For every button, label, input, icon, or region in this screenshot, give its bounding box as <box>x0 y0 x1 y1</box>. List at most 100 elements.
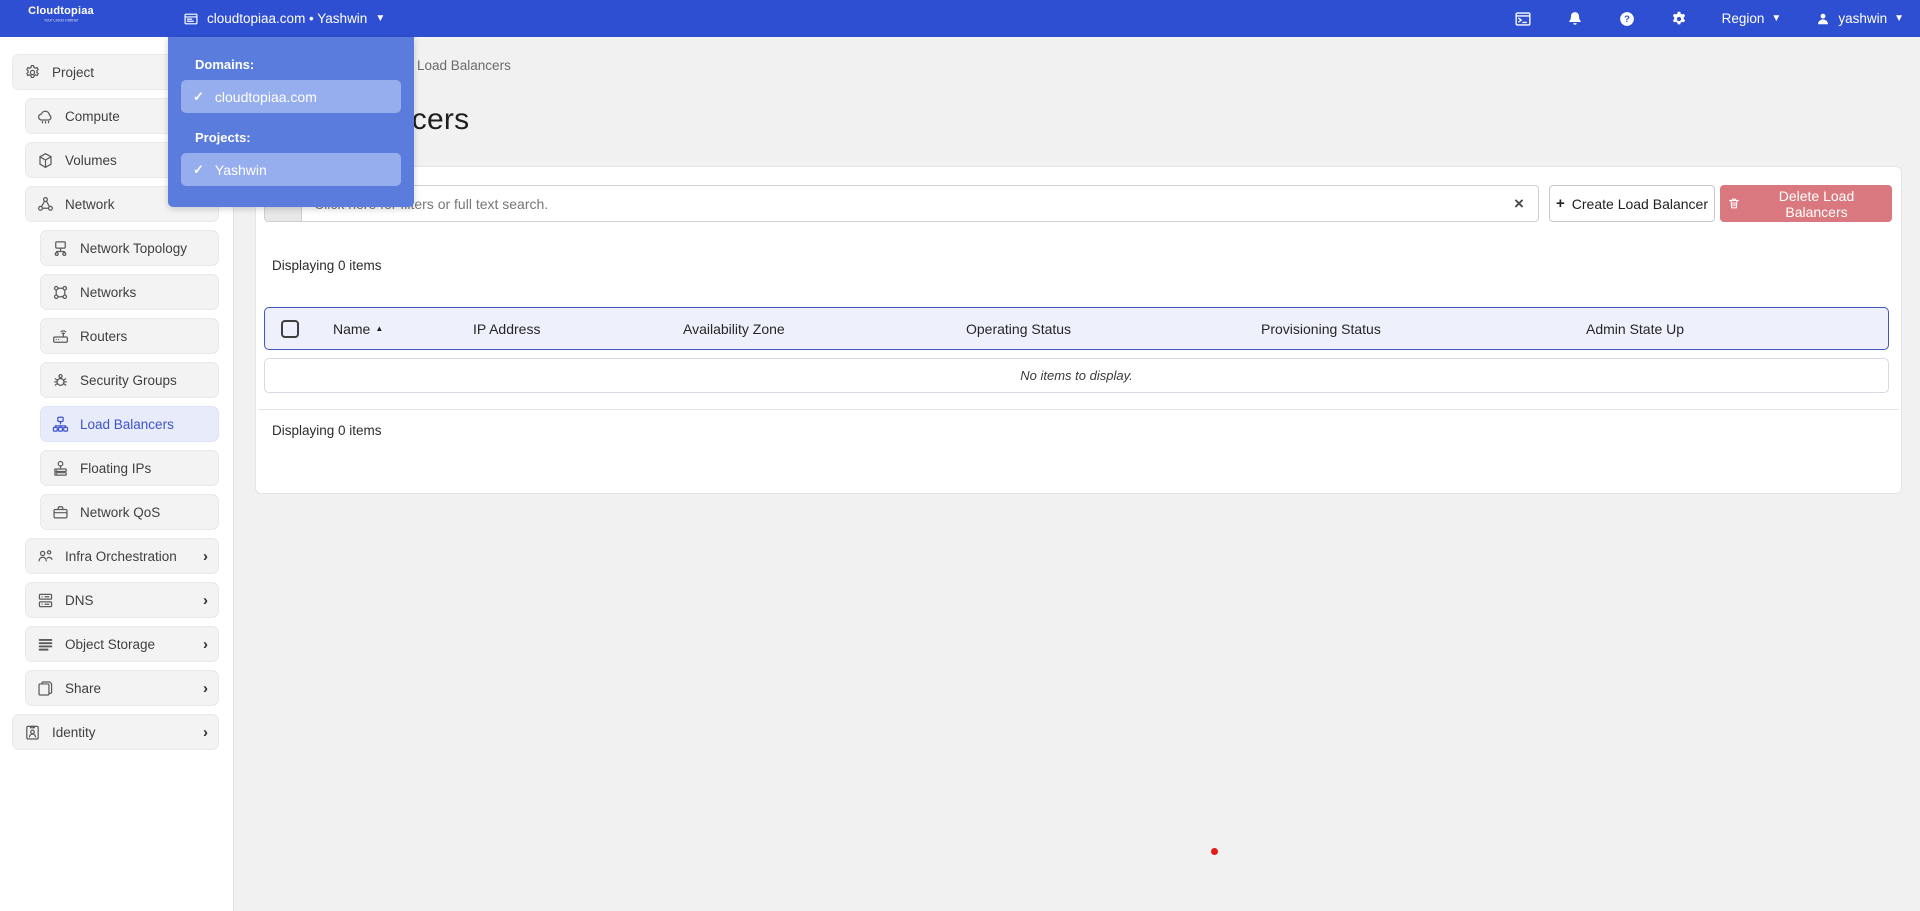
sidebar-item-identity[interactable]: Identity › <box>12 714 219 750</box>
network-icon <box>36 195 55 214</box>
help-icon[interactable]: ? <box>1618 10 1636 28</box>
user-icon <box>1815 11 1831 27</box>
breadcrumb[interactable]: Load Balancers <box>417 58 511 73</box>
terminal-icon[interactable] <box>1514 10 1532 28</box>
sidebar-item-network-topology[interactable]: Network Topology <box>40 230 219 266</box>
delete-load-balancers-button[interactable]: Delete Load Balancers <box>1720 185 1892 222</box>
chevron-right-icon: › <box>203 723 208 741</box>
sidebar-item-label: Volumes <box>65 152 117 168</box>
load-balancers-panel: × + Create Load Balancer Delete Load Bal… <box>255 166 1902 494</box>
column-header-provisioning-status[interactable]: Provisioning Status <box>1251 321 1576 337</box>
trash-icon <box>1727 196 1741 211</box>
sidebar-item-object-storage[interactable]: Object Storage › <box>25 626 219 662</box>
volumes-icon <box>36 151 55 170</box>
sidebar-item-label: Load Balancers <box>80 416 174 432</box>
column-label: Operating Status <box>966 320 1072 337</box>
sidebar-item-network-qos[interactable]: Network QoS <box>40 494 219 530</box>
chevron-down-icon: ▼ <box>1771 12 1782 24</box>
region-menu[interactable]: Region ▼ <box>1722 11 1782 26</box>
table-header-row: Name ▲ IP Address Availability Zone Operatin… <box>264 307 1889 350</box>
sidebar-item-networks[interactable]: Networks <box>40 274 219 310</box>
svg-text:?: ? <box>1624 14 1630 25</box>
sort-asc-icon: ▲ <box>375 323 384 333</box>
chevron-down-icon: ▼ <box>375 12 386 24</box>
sidebar-item-label: Identity <box>52 724 96 740</box>
column-label: Admin State Up <box>1586 320 1685 337</box>
context-list-icon <box>183 11 199 27</box>
qos-icon <box>51 503 70 522</box>
clear-search-icon[interactable]: × <box>1500 186 1538 221</box>
sidebar-item-label: Network Topology <box>80 240 188 256</box>
column-label: Name <box>333 320 371 337</box>
sidebar-item-label: Share <box>65 680 102 696</box>
domain-project-dropdown: Domains: ✓ cloudtopiaa.com Projects: ✓ Yas… <box>168 37 414 207</box>
sidebar-item-label: Routers <box>80 328 128 344</box>
sidebar-item-label: Project <box>52 64 95 80</box>
sidebar-item-label: Compute <box>65 108 120 124</box>
sidebar-item-dns[interactable]: DNS › <box>25 582 219 618</box>
sidebar-item-infra-orchestration[interactable]: Infra Orchestration › <box>25 538 219 574</box>
create-button-label: Create Load Balancer <box>1571 195 1708 212</box>
security-icon <box>51 371 70 390</box>
sidebar-item-label: Floating IPs <box>80 460 152 476</box>
table-empty-row: No items to display. <box>264 358 1889 393</box>
region-label: Region <box>1721 11 1765 26</box>
chevron-right-icon: › <box>203 635 208 653</box>
column-header-admin-state-up[interactable]: Admin State Up <box>1576 321 1888 337</box>
chevron-right-icon: › <box>203 547 208 565</box>
sidebar-item-label: Network <box>65 196 115 212</box>
column-header-availability-zone[interactable]: Availability Zone <box>673 321 956 337</box>
sidebar-item-load-balancers[interactable]: Load Balancers <box>40 406 219 442</box>
delete-button-label: Delete Load Balancers <box>1778 187 1855 220</box>
topbar: Cloudtopiaa Your Cloud Partner cloudtopi… <box>0 0 1920 37</box>
sidebar-item-routers[interactable]: Routers <box>40 318 219 354</box>
sidebar-item-label: Object Storage <box>65 636 156 652</box>
sidebar-item-label: Infra Orchestration <box>65 548 177 564</box>
topbar-actions: ? Region ▼ yashwin ▼ <box>1514 0 1904 37</box>
create-load-balancer-button[interactable]: + Create Load Balancer <box>1549 185 1715 222</box>
project-option-yashwin[interactable]: ✓ Yashwin <box>181 153 401 186</box>
context-switcher-label: cloudtopiaa.com • Yashwin <box>207 11 368 26</box>
sidebar-item-label: Networks <box>80 284 137 300</box>
column-label: IP Address <box>473 320 541 337</box>
networks-icon <box>51 283 70 302</box>
project-option-label: Yashwin <box>214 161 267 178</box>
domain-option-cloudtopiaa-com[interactable]: ✓ cloudtopiaa.com <box>181 80 401 113</box>
logo-title: Cloudtopiaa <box>28 5 94 17</box>
check-icon: ✓ <box>193 88 204 104</box>
sidebar-item-security-groups[interactable]: Security Groups <box>40 362 219 398</box>
search-bar: × <box>264 185 1539 222</box>
select-all-cell <box>265 319 323 338</box>
main-content: Load Balancers Load Balancers × + Create… <box>234 37 1920 911</box>
floating-ip-icon <box>51 459 70 478</box>
dns-icon <box>36 591 55 610</box>
plus-icon: + <box>1556 195 1565 212</box>
table-footer-divider <box>258 409 1899 410</box>
search-input[interactable] <box>302 186 1500 221</box>
logo[interactable]: Cloudtopiaa Your Cloud Partner <box>18 6 104 25</box>
load-balancer-icon <box>51 415 70 434</box>
red-dot-marker <box>1211 848 1218 855</box>
select-all-checkbox[interactable] <box>281 319 299 338</box>
column-label: Provisioning Status <box>1261 320 1381 337</box>
domains-label: Domains: <box>195 57 255 72</box>
column-header-name[interactable]: Name ▲ <box>323 321 463 337</box>
sidebar-item-floating-ips[interactable]: Floating IPs <box>40 450 219 486</box>
user-menu[interactable]: yashwin ▼ <box>1815 11 1904 27</box>
chevron-right-icon: › <box>203 591 208 609</box>
sidebar-item-label: Network QoS <box>80 504 161 520</box>
domain-project-switcher[interactable]: cloudtopiaa.com • Yashwin ▼ <box>183 0 385 37</box>
sidebar-item-label: DNS <box>65 592 94 608</box>
domain-option-label: cloudtopiaa.com <box>214 88 317 105</box>
sidebar-item-share[interactable]: Share › <box>25 670 219 706</box>
column-header-ip-address[interactable]: IP Address <box>463 321 673 337</box>
check-icon: ✓ <box>193 161 204 177</box>
sidebar-item-label: Security Groups <box>80 372 177 388</box>
projects-label: Projects: <box>195 130 251 145</box>
column-label: Availability Zone <box>683 320 785 337</box>
bell-icon[interactable] <box>1566 10 1584 28</box>
column-header-operating-status[interactable]: Operating Status <box>956 321 1251 337</box>
router-icon <box>51 327 70 346</box>
gear-icon[interactable] <box>1670 10 1688 28</box>
items-count-bottom: Displaying 0 items <box>272 423 382 438</box>
